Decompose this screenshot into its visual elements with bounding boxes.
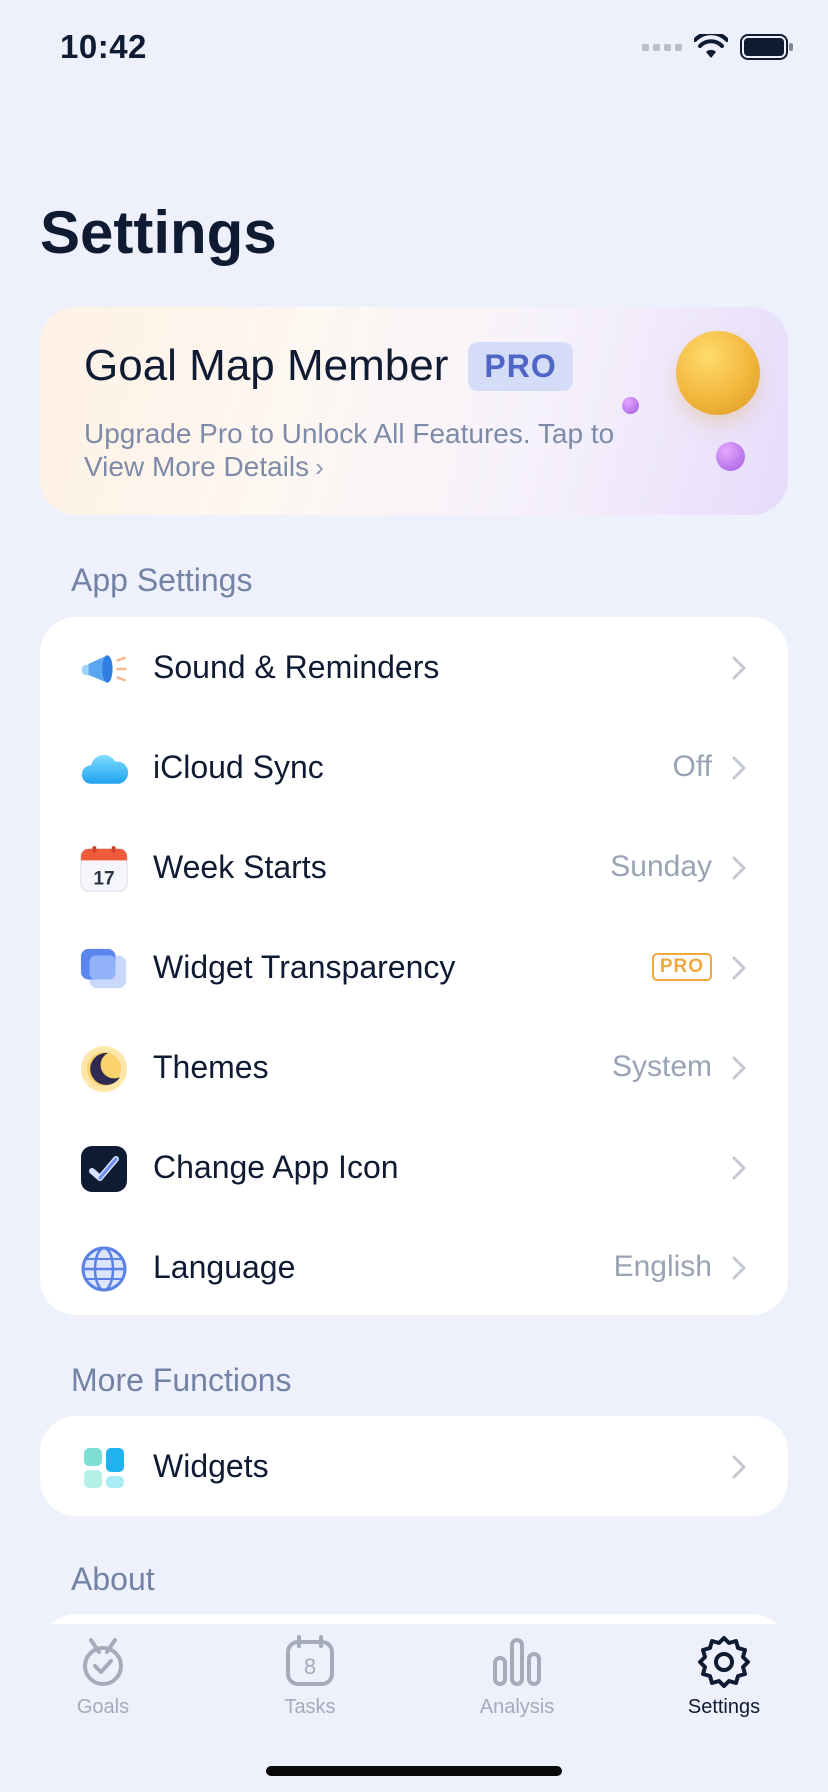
row-change-app-icon[interactable]: Change App Icon: [40, 1117, 788, 1217]
status-bar: 10:42: [0, 0, 828, 100]
wifi-icon: [694, 34, 728, 58]
section-header-more-functions: More Functions: [71, 1362, 292, 1398]
pro-upgrade-card[interactable]: Goal Map Member PRO Upgrade Pro to Unloc…: [40, 307, 788, 515]
globe-icon: [80, 1245, 128, 1293]
row-label: Widgets: [153, 1447, 269, 1484]
cellular-signal-icon: [642, 43, 682, 51]
widgets-grid-icon: [80, 1444, 128, 1492]
row-widget-transparency[interactable]: Widget Transparency PRO: [40, 917, 788, 1017]
row-label: Sound & Reminders: [153, 648, 440, 685]
row-label: Language: [153, 1248, 296, 1285]
tab-analysis[interactable]: Analysis: [437, 1634, 597, 1719]
calendar-icon: 17: [80, 845, 128, 893]
page-title: Settings: [40, 199, 277, 266]
row-label: Themes: [153, 1048, 269, 1085]
row-value: Off: [672, 750, 712, 783]
pro-card-title: Goal Map Member: [84, 341, 449, 390]
row-themes[interactable]: Themes System: [40, 1017, 788, 1117]
tab-label: Goals: [76, 1696, 130, 1718]
svg-text:17: 17: [93, 868, 114, 889]
pro-card-subtitle: Upgrade Pro to Unlock All Features. Tap …: [84, 417, 624, 484]
status-icons: [642, 34, 794, 60]
section-header-about: About: [71, 1561, 155, 1597]
row-value: Sunday: [610, 850, 712, 883]
row-widgets[interactable]: Widgets: [40, 1416, 788, 1516]
gold-orb-decoration: [676, 331, 760, 415]
purple-orb-small-decoration: [622, 397, 639, 414]
row-week-starts[interactable]: 17 Week Starts Sunday: [40, 817, 788, 917]
chevron-right-icon: [732, 1455, 746, 1479]
pro-badge: PRO: [468, 341, 573, 391]
chevron-right-icon: [732, 656, 746, 680]
tab-label: Settings: [687, 1696, 761, 1718]
row-value: System: [611, 1050, 712, 1083]
row-value: English: [613, 1250, 712, 1283]
row-label: Week Starts: [153, 848, 327, 885]
pro-mini-badge: PRO: [651, 953, 712, 981]
row-language[interactable]: Language English: [40, 1217, 788, 1317]
tab-label: Tasks: [284, 1696, 336, 1718]
row-sound-reminders[interactable]: Sound & Reminders: [40, 617, 788, 717]
megaphone-icon: [80, 645, 128, 693]
chevron-right-icon: [732, 956, 746, 980]
battery-icon: [740, 34, 793, 60]
gear-icon: [698, 1636, 750, 1688]
row-label: Change App Icon: [153, 1148, 399, 1185]
bar-chart-icon: [493, 1638, 541, 1686]
tab-goals[interactable]: Goals: [23, 1634, 183, 1719]
chevron-right-icon: [732, 1256, 746, 1280]
tab-tasks[interactable]: 8 Tasks: [230, 1634, 390, 1719]
pro-card-subtitle-text: Upgrade Pro to Unlock All Features. Tap …: [84, 418, 615, 482]
row-label: iCloud Sync: [153, 748, 324, 785]
section-header-app-settings: App Settings: [71, 562, 253, 598]
purple-orb-decoration: [716, 442, 745, 471]
widget-transparency-icon: [80, 945, 128, 993]
app-icon-check-icon: [80, 1145, 128, 1193]
chevron-right-icon: [732, 856, 746, 880]
status-time: 10:42: [60, 28, 147, 65]
row-label: Widget Transparency: [153, 948, 456, 985]
svg-text:8: 8: [304, 1654, 316, 1679]
tab-label: Analysis: [479, 1696, 555, 1718]
tab-settings[interactable]: Settings: [644, 1634, 804, 1719]
more-functions-group: Widgets: [40, 1416, 788, 1516]
chevron-right-icon: ›: [315, 452, 324, 482]
home-indicator[interactable]: [266, 1766, 562, 1776]
medal-icon: [83, 1638, 123, 1686]
cloud-icon: [80, 745, 128, 793]
chevron-right-icon: [732, 756, 746, 780]
app-settings-group: Sound & Reminders iCloud Sync Off 17 Wee…: [40, 617, 788, 1315]
moon-icon: [80, 1045, 128, 1093]
chevron-right-icon: [732, 1156, 746, 1180]
calendar-8-icon: 8: [286, 1635, 334, 1686]
chevron-right-icon: [732, 1056, 746, 1080]
row-icloud-sync[interactable]: iCloud Sync Off: [40, 717, 788, 817]
